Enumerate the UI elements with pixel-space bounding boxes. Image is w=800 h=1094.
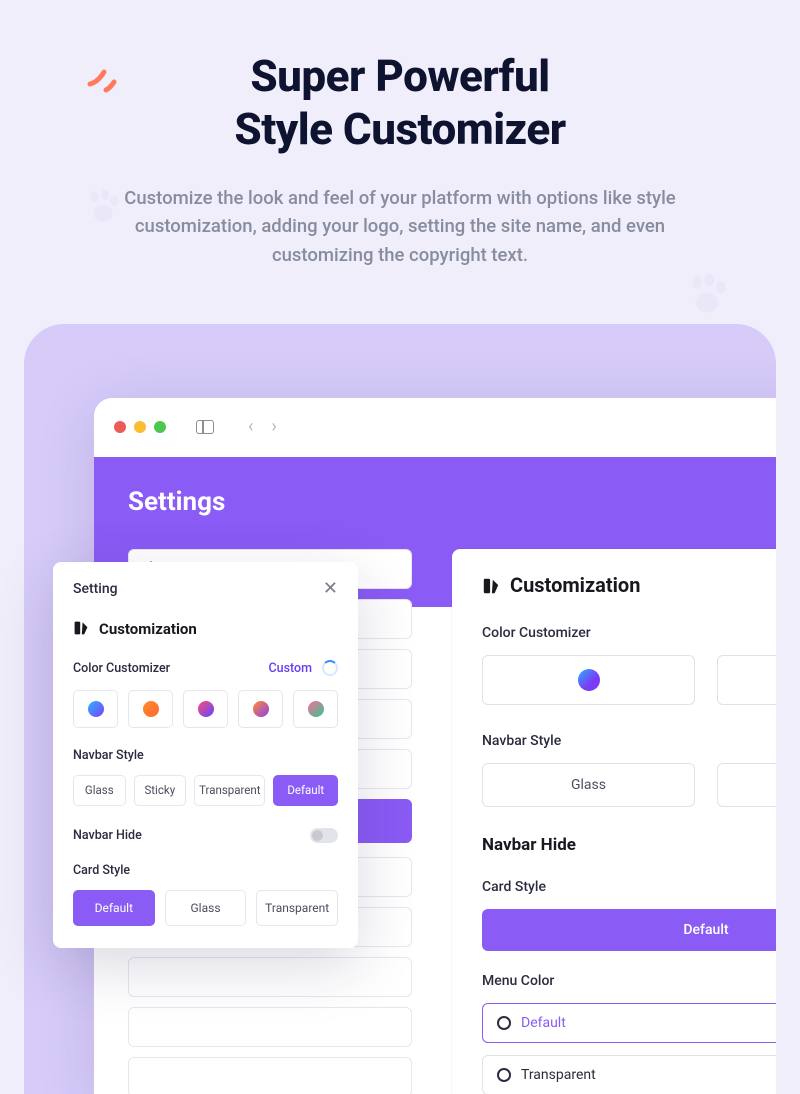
popover-header: Setting <box>73 581 118 597</box>
sidebar-toggle-icon[interactable] <box>196 420 214 434</box>
page-title: Settings <box>128 487 225 517</box>
color-circle-icon <box>198 701 214 717</box>
menu-color-option-default[interactable]: Default <box>482 1003 776 1043</box>
navbar-style-option[interactable] <box>717 763 776 807</box>
pop-cardstyle-label: Card Style <box>73 863 338 878</box>
cardstyle-default[interactable]: Default <box>73 890 155 926</box>
radio-icon <box>497 1068 511 1082</box>
color-swatch[interactable] <box>238 690 283 728</box>
sidebar-item[interactable] <box>128 957 412 997</box>
navstyle-transparent[interactable]: Transparent <box>194 775 265 806</box>
customization-panel: Customization Color Customizer Navbar St… <box>452 549 776 1094</box>
nav-back-icon[interactable]: ‹ <box>248 416 253 437</box>
color-circle-icon <box>143 701 159 717</box>
color-circle-icon <box>88 701 104 717</box>
navstyle-sticky[interactable]: Sticky <box>134 775 187 806</box>
hero-description: Customize the look and feel of your plat… <box>95 184 705 270</box>
paw-decoration-icon <box>682 270 732 324</box>
window-close-icon[interactable] <box>114 421 126 433</box>
navbar-style-option-glass[interactable]: Glass <box>482 763 695 807</box>
window-zoom-icon[interactable] <box>154 421 166 433</box>
color-swatch[interactable] <box>293 690 338 728</box>
menu-color-label: Menu Color <box>482 973 776 989</box>
card-style-label: Card Style <box>482 879 776 895</box>
color-circle-icon <box>578 669 600 691</box>
nav-forward-icon[interactable]: › <box>271 416 276 437</box>
spinner-icon <box>322 660 338 676</box>
sparkle-icon <box>82 60 122 100</box>
cardstyle-transparent[interactable]: Transparent <box>256 890 338 926</box>
pop-navstyle-label: Navbar Style <box>73 748 338 763</box>
customize-icon <box>73 620 91 638</box>
sidebar-item[interactable] <box>128 1007 412 1047</box>
sidebar-item[interactable] <box>128 1057 412 1094</box>
color-swatch[interactable] <box>73 690 118 728</box>
color-circle-icon <box>308 701 324 717</box>
navbar-hide-toggle[interactable] <box>310 828 338 843</box>
nav-arrows: ‹ › <box>248 416 277 437</box>
custom-link[interactable]: Custom <box>268 661 312 676</box>
navbar-hide-label: Navbar Hide <box>482 835 776 855</box>
pop-color-label: Color Customizer <box>73 661 170 676</box>
customize-icon <box>482 576 500 594</box>
card-style-default-button[interactable]: Default <box>482 909 776 951</box>
menu-color-option-transparent[interactable]: Transparent <box>482 1055 776 1094</box>
hero-section: Super Powerful Style Customizer Customiz… <box>0 0 800 300</box>
popover-title: Customization <box>73 620 338 638</box>
color-circle-icon <box>253 701 269 717</box>
cardstyle-glass[interactable]: Glass <box>165 890 247 926</box>
color-swatch[interactable] <box>128 690 173 728</box>
color-swatch[interactable] <box>183 690 228 728</box>
paw-decoration-icon <box>82 186 124 232</box>
radio-icon <box>497 1016 511 1030</box>
browser-chrome: ‹ › <box>94 398 776 457</box>
pop-navhide-label: Navbar Hide <box>73 828 142 843</box>
panel-title: Customization <box>482 573 776 597</box>
navstyle-default[interactable]: Default <box>273 775 338 806</box>
settings-popover: Setting ✕ Customization Color Customizer… <box>53 562 358 948</box>
hero-title: Super Powerful Style Customizer <box>60 50 740 156</box>
window-minimize-icon[interactable] <box>134 421 146 433</box>
color-customizer-label: Color Customizer <box>482 625 776 641</box>
close-icon[interactable]: ✕ <box>323 580 338 598</box>
color-swatch-orange[interactable] <box>717 655 776 705</box>
navstyle-glass[interactable]: Glass <box>73 775 126 806</box>
color-swatch-purple[interactable] <box>482 655 695 705</box>
navbar-style-label: Navbar Style <box>482 733 776 749</box>
